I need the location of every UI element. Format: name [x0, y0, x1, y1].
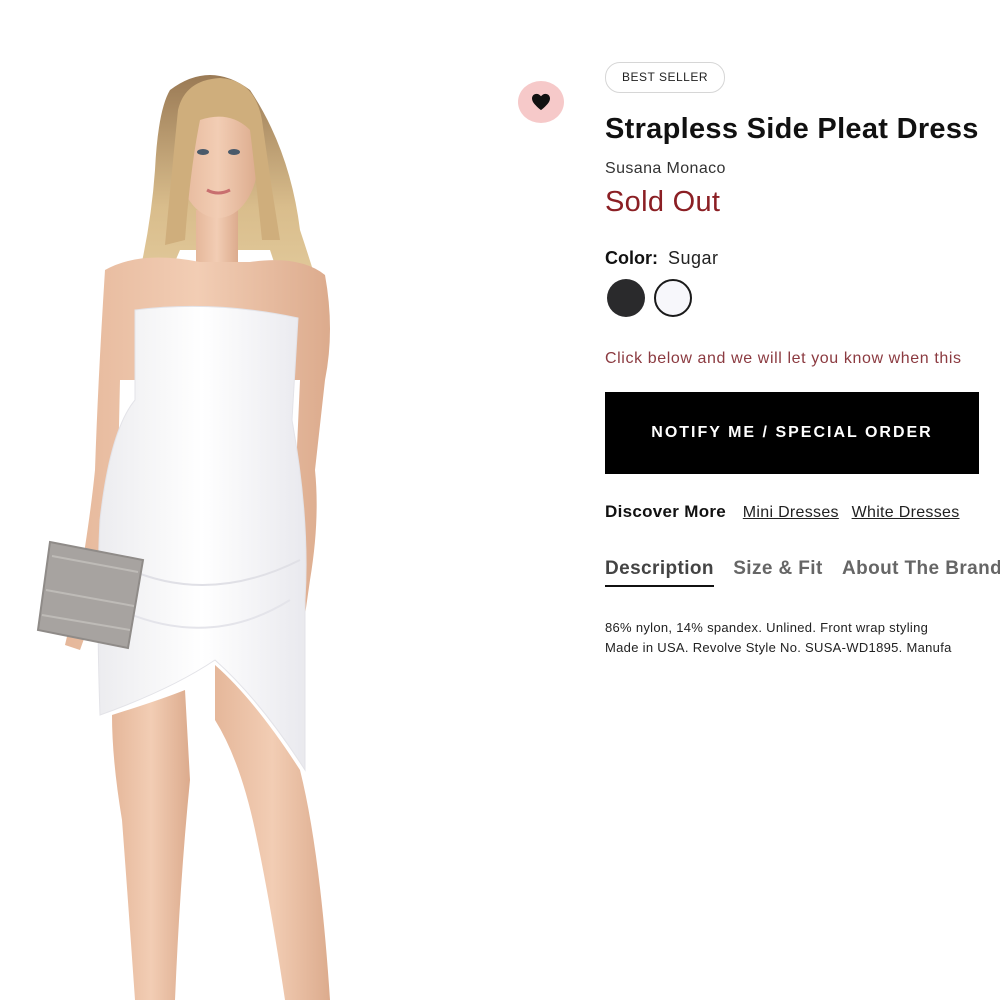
product-page: BEST SELLER Strapless Side Pleat Dress S… [0, 0, 1000, 1000]
discover-more: Discover More Mini Dresses White Dresses [605, 502, 968, 522]
description-line: 86% nylon, 14% spandex. Unlined. Front w… [605, 620, 929, 635]
tab-size-fit[interactable]: Size & Fit [733, 558, 823, 585]
product-details: BEST SELLER Strapless Side Pleat Dress S… [605, 0, 1000, 1000]
model-photo [36, 75, 330, 1000]
notify-me-button[interactable]: NOTIFY ME / SPECIAL ORDER [605, 392, 979, 474]
discover-link-mini-dresses[interactable]: Mini Dresses [743, 504, 839, 521]
product-image[interactable] [0, 0, 590, 1000]
best-seller-badge: BEST SELLER [605, 62, 725, 93]
color-value: Sugar [668, 248, 719, 268]
product-title: Strapless Side Pleat Dress [605, 113, 979, 145]
wishlist-button[interactable] [518, 81, 564, 123]
brand-link[interactable]: Susana Monaco [605, 160, 726, 178]
discover-link-white-dresses[interactable]: White Dresses [852, 504, 960, 521]
color-swatch-black[interactable] [607, 279, 645, 317]
notify-message: Click below and we will let you know whe… [605, 350, 962, 367]
stock-status: Sold Out [605, 186, 721, 218]
color-swatch-sugar[interactable] [654, 279, 692, 317]
color-label: Color: [605, 248, 658, 268]
description-line: Made in USA. Revolve Style No. SUSA-WD18… [605, 640, 952, 655]
description-text: 86% nylon, 14% spandex. Unlined. Front w… [605, 618, 1000, 658]
discover-more-label: Discover More [605, 502, 727, 521]
tab-about-brand[interactable]: About The Brand [842, 558, 1000, 585]
tab-description[interactable]: Description [605, 558, 714, 587]
info-tabs: Description Size & Fit About The Brand [605, 558, 1000, 587]
heart-icon [532, 93, 550, 111]
color-selector: Color: Sugar [605, 248, 719, 269]
